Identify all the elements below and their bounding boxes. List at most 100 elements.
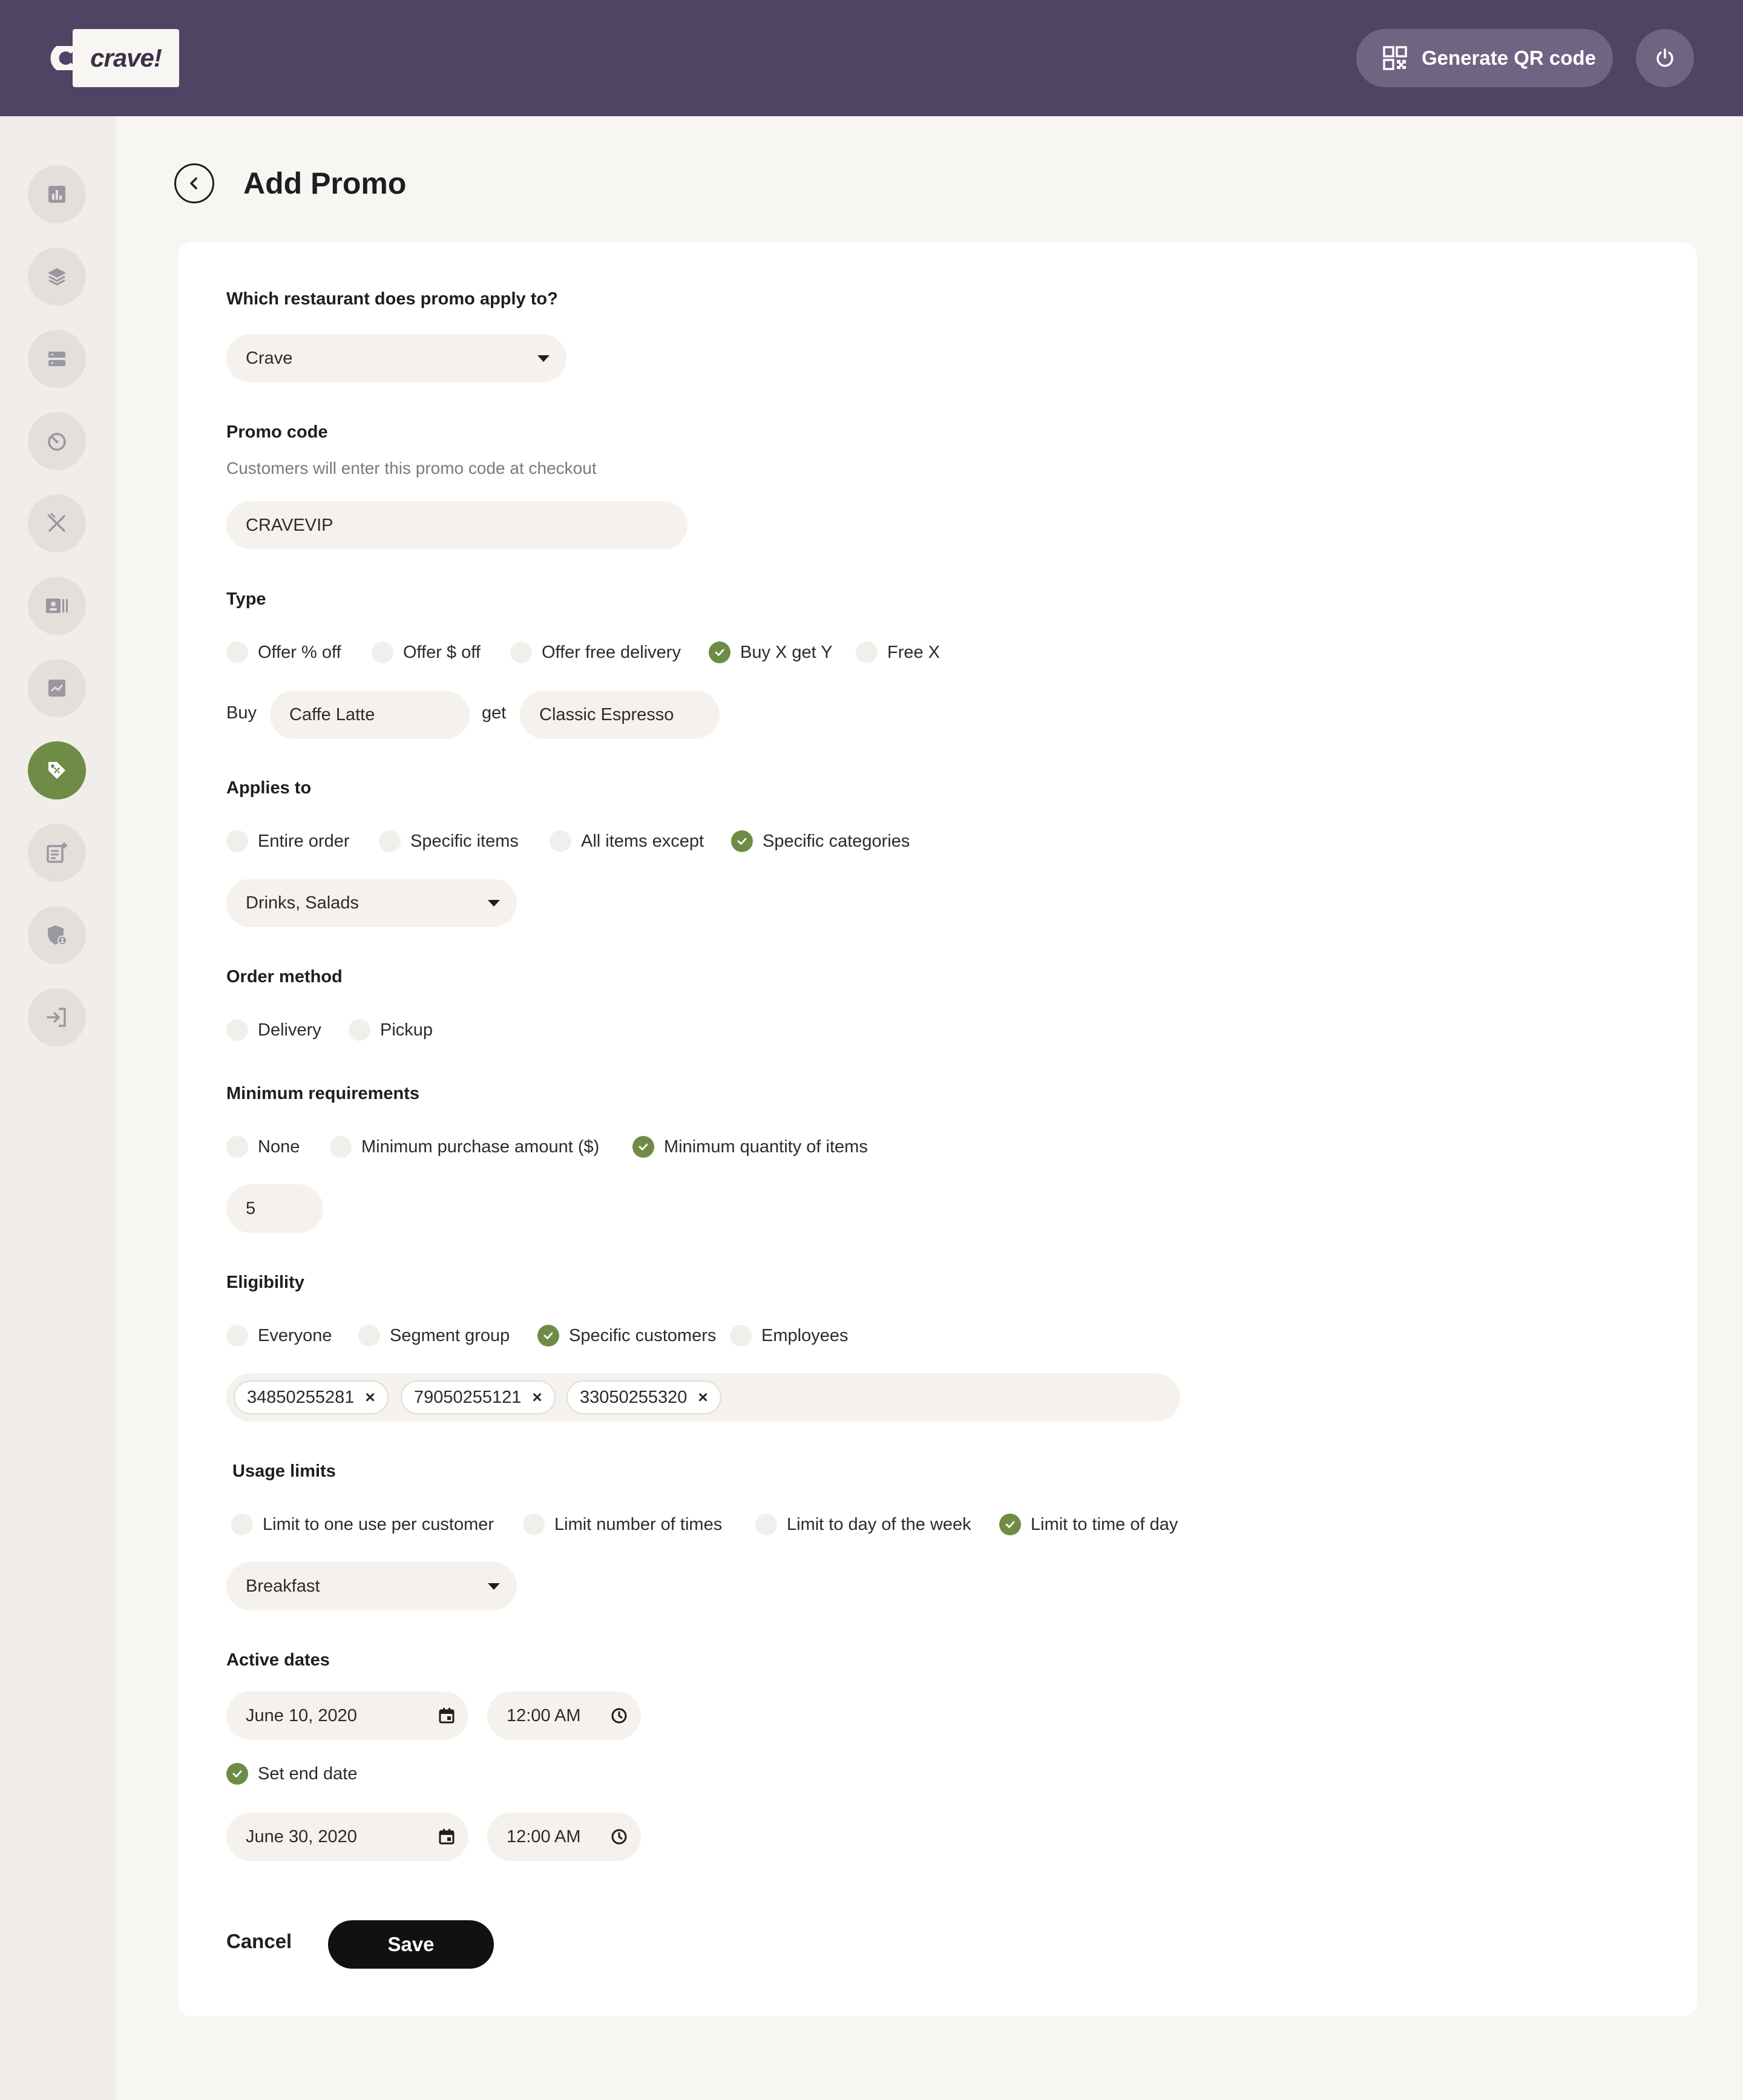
buy-item-input[interactable]: Caffe Latte	[270, 691, 470, 739]
type-option-free-delivery[interactable]: Offer free delivery	[510, 641, 681, 663]
remove-chip-icon[interactable]: ×	[365, 1388, 375, 1407]
applies-option-specific-items[interactable]: Specific items	[379, 830, 519, 852]
type-option-buy-x-get-y[interactable]: Buy X get Y	[709, 641, 833, 663]
usage-option-label: Limit number of times	[554, 1514, 723, 1534]
usage-option-day-of-week[interactable]: Limit to day of the week	[755, 1514, 971, 1535]
radio-circle[interactable]	[226, 1019, 248, 1041]
type-option-label: Free X	[887, 642, 940, 662]
radio-circle[interactable]	[226, 1136, 248, 1158]
qr-code-icon	[1383, 46, 1407, 70]
order-method-option-label: Pickup	[380, 1020, 433, 1040]
eligibility-option-everyone[interactable]: Everyone	[226, 1325, 332, 1347]
usage-option-time-of-day[interactable]: Limit to time of day	[999, 1514, 1178, 1535]
sidebar-item-contacts[interactable]	[28, 577, 86, 635]
sidebar-item-server[interactable]	[28, 330, 86, 388]
back-button[interactable]	[174, 163, 214, 203]
radio-circle-checked[interactable]	[537, 1325, 559, 1347]
sidebar-item-analytics[interactable]	[28, 659, 86, 717]
clock-icon[interactable]	[611, 1707, 628, 1724]
usage-option-number-of-times[interactable]: Limit number of times	[523, 1514, 722, 1535]
tag-icon	[48, 762, 65, 779]
radio-circle[interactable]	[730, 1325, 752, 1347]
calendar-icon[interactable]	[438, 1707, 455, 1724]
radio-circle[interactable]	[379, 830, 401, 852]
cancel-button[interactable]: Cancel	[226, 1930, 292, 1953]
power-button[interactable]	[1636, 29, 1694, 87]
sidebar-item-timer[interactable]	[28, 412, 86, 470]
generate-qr-button[interactable]: Generate QR code	[1356, 29, 1613, 87]
radio-circle-checked[interactable]	[632, 1136, 654, 1158]
generate-qr-label: Generate QR code	[1422, 47, 1596, 69]
radio-circle[interactable]	[510, 641, 532, 663]
order-method-delivery[interactable]: Delivery	[226, 1019, 321, 1041]
radio-circle[interactable]	[358, 1325, 380, 1347]
top-bar: crave! Generate QR code	[0, 0, 1743, 116]
sidebar-item-dashboard[interactable]	[28, 165, 86, 223]
usage-option-one-per-customer[interactable]: Limit to one use per customer	[231, 1514, 494, 1535]
minimum-option-none[interactable]: None	[226, 1136, 300, 1158]
type-option-free-x[interactable]: Free X	[856, 641, 940, 663]
customer-chip-label: 79050255121	[414, 1387, 522, 1407]
eligibility-option-specific-customers[interactable]: Specific customers	[537, 1325, 716, 1347]
minimum-option-purchase-amount[interactable]: Minimum purchase amount ($)	[330, 1136, 599, 1158]
eligibility-option-label: Everyone	[258, 1325, 332, 1345]
eligibility-option-segment-group[interactable]: Segment group	[358, 1325, 510, 1347]
buy-label: Buy	[226, 703, 257, 723]
get-item-input[interactable]: Classic Espresso	[520, 691, 720, 739]
sidebar-item-logout[interactable]	[28, 988, 86, 1046]
radio-circle[interactable]	[231, 1514, 253, 1535]
radio-circle[interactable]	[226, 830, 248, 852]
radio-circle[interactable]	[755, 1514, 777, 1535]
clock-icon[interactable]	[611, 1828, 628, 1845]
remove-chip-icon[interactable]: ×	[532, 1388, 542, 1407]
radio-circle[interactable]	[226, 641, 248, 663]
sidebar-item-menu[interactable]	[28, 494, 86, 553]
sidebar-item-notes[interactable]	[28, 824, 86, 882]
type-option-dollar-off[interactable]: Offer $ off	[372, 641, 481, 663]
eligibility-option-employees[interactable]: Employees	[730, 1325, 848, 1347]
radio-circle[interactable]	[550, 830, 571, 852]
remove-chip-icon[interactable]: ×	[698, 1388, 707, 1407]
promo-code-helper: Customers will enter this promo code at …	[226, 459, 597, 477]
minimum-option-label: Minimum purchase amount ($)	[361, 1137, 600, 1157]
sidebar-item-promos[interactable]	[28, 741, 86, 799]
set-end-date-checkbox[interactable]: Set end date	[226, 1763, 357, 1785]
calendar-icon[interactable]	[438, 1828, 455, 1845]
applies-option-specific-categories[interactable]: Specific categories	[731, 830, 910, 852]
eligibility-label: Eligibility	[226, 1273, 304, 1292]
radio-circle[interactable]	[330, 1136, 352, 1158]
radio-circle[interactable]	[226, 1325, 248, 1347]
applies-option-entire-order[interactable]: Entire order	[226, 830, 350, 852]
time-of-day-select[interactable]: Breakfast	[226, 1562, 517, 1610]
customer-chip: 33050255320 ×	[566, 1380, 721, 1414]
start-time-input[interactable]: 12:00 AM	[487, 1691, 641, 1740]
checkbox-checked[interactable]	[226, 1763, 248, 1785]
shield-user-icon	[48, 925, 67, 945]
minimum-quantity-input[interactable]: 5	[226, 1184, 323, 1233]
radio-circle-checked[interactable]	[731, 830, 753, 852]
categories-select[interactable]: Drinks, Salads	[226, 879, 517, 927]
save-button[interactable]: Save	[328, 1920, 494, 1969]
chevron-down-icon	[488, 900, 500, 907]
radio-circle-checked[interactable]	[709, 641, 730, 663]
restaurant-select[interactable]: Crave	[226, 334, 566, 382]
radio-circle[interactable]	[372, 641, 393, 663]
customers-tag-input[interactable]: 34850255281 × 79050255121 × 33050255320 ×	[226, 1373, 1180, 1422]
sidebar-item-layers[interactable]	[28, 248, 86, 306]
customer-chip-label: 33050255320	[580, 1387, 688, 1407]
sidebar-item-security[interactable]	[28, 906, 86, 964]
radio-circle[interactable]	[523, 1514, 545, 1535]
order-method-pickup[interactable]: Pickup	[349, 1019, 433, 1041]
type-option-percent-off[interactable]: Offer % off	[226, 641, 341, 663]
end-time-input[interactable]: 12:00 AM	[487, 1813, 641, 1861]
start-date-input[interactable]: June 10, 2020	[226, 1691, 468, 1740]
minimum-option-quantity[interactable]: Minimum quantity of items	[632, 1136, 868, 1158]
promo-code-input[interactable]: CRAVEVIP	[226, 501, 688, 550]
radio-circle[interactable]	[856, 641, 878, 663]
applies-option-all-except[interactable]: All items except	[550, 830, 704, 852]
radio-circle[interactable]	[349, 1019, 370, 1041]
end-date-input[interactable]: June 30, 2020	[226, 1813, 468, 1861]
minimum-option-label: Minimum quantity of items	[664, 1137, 868, 1157]
radio-circle-checked[interactable]	[999, 1514, 1021, 1535]
restaurant-label: Which restaurant does promo apply to?	[226, 289, 558, 309]
